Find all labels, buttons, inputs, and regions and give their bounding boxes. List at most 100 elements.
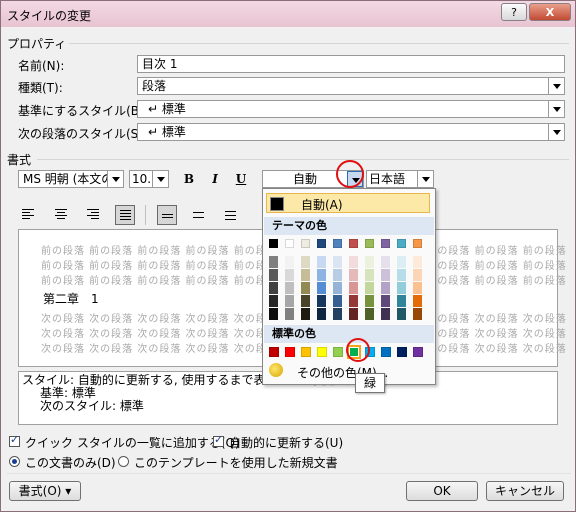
align-center-icon[interactable] bbox=[51, 205, 71, 225]
theme-shade-swatch[interactable] bbox=[285, 308, 294, 320]
theme-shade-swatch[interactable] bbox=[413, 308, 422, 320]
theme-color-swatch[interactable] bbox=[365, 239, 374, 248]
theme-shade-swatch[interactable] bbox=[333, 269, 342, 281]
theme-shade-swatch[interactable] bbox=[397, 282, 406, 294]
theme-shade-swatch[interactable] bbox=[285, 295, 294, 307]
standard-color-swatch[interactable] bbox=[413, 347, 423, 357]
next-style-select[interactable]: ↵ 標準 bbox=[137, 123, 565, 141]
cancel-button[interactable]: キャンセル bbox=[486, 481, 564, 501]
auto-update-checkbox[interactable] bbox=[213, 433, 224, 447]
theme-shade-swatch[interactable] bbox=[269, 282, 278, 294]
theme-shade-swatch[interactable] bbox=[413, 256, 422, 268]
font-size-select[interactable]: 10.5 bbox=[129, 170, 169, 188]
single-spacing-icon[interactable] bbox=[157, 205, 177, 225]
double-spacing-icon[interactable] bbox=[221, 205, 241, 225]
one-half-spacing-icon[interactable] bbox=[189, 205, 209, 225]
theme-color-swatch[interactable] bbox=[269, 239, 278, 248]
add-quick-style-checkbox[interactable] bbox=[9, 433, 20, 447]
theme-color-swatch[interactable] bbox=[317, 239, 326, 248]
template-radio[interactable] bbox=[118, 456, 129, 467]
theme-shade-swatch[interactable] bbox=[413, 295, 422, 307]
theme-shade-swatch[interactable] bbox=[301, 269, 310, 281]
align-left-icon[interactable] bbox=[18, 205, 38, 225]
theme-shade-swatch[interactable] bbox=[285, 256, 294, 268]
theme-shade-swatch[interactable] bbox=[317, 282, 326, 294]
standard-color-swatch[interactable] bbox=[317, 347, 327, 357]
theme-shade-swatch[interactable] bbox=[397, 295, 406, 307]
theme-shade-swatch[interactable] bbox=[301, 256, 310, 268]
theme-shade-swatch[interactable] bbox=[285, 282, 294, 294]
theme-shade-swatch[interactable] bbox=[397, 308, 406, 320]
theme-color-swatch[interactable] bbox=[381, 239, 390, 248]
theme-shade-swatch[interactable] bbox=[365, 282, 374, 294]
theme-shade-swatch[interactable] bbox=[285, 269, 294, 281]
chevron-down-icon[interactable] bbox=[152, 171, 168, 187]
auto-update-label[interactable]: 自動的に更新する(U) bbox=[229, 434, 343, 451]
theme-shade-swatch[interactable] bbox=[333, 282, 342, 294]
italic-button[interactable]: I bbox=[205, 169, 225, 189]
standard-color-swatch[interactable] bbox=[333, 347, 343, 357]
theme-shade-swatch[interactable] bbox=[349, 256, 358, 268]
underline-button[interactable]: U bbox=[231, 169, 251, 189]
theme-shade-swatch[interactable] bbox=[381, 256, 390, 268]
format-menu-button[interactable]: 書式(O) ▾ bbox=[9, 481, 81, 501]
theme-shade-swatch[interactable] bbox=[333, 256, 342, 268]
theme-shade-swatch[interactable] bbox=[349, 295, 358, 307]
theme-shade-swatch[interactable] bbox=[301, 282, 310, 294]
theme-color-swatch[interactable] bbox=[333, 239, 342, 248]
theme-shade-swatch[interactable] bbox=[365, 308, 374, 320]
theme-shade-swatch[interactable] bbox=[349, 282, 358, 294]
language-select[interactable]: 日本語 bbox=[366, 170, 434, 188]
help-button[interactable]: ? bbox=[501, 3, 527, 21]
theme-shade-swatch[interactable] bbox=[365, 256, 374, 268]
chevron-down-icon[interactable] bbox=[417, 171, 433, 187]
chevron-down-icon[interactable] bbox=[548, 78, 564, 94]
theme-shade-swatch[interactable] bbox=[365, 295, 374, 307]
add-quick-style-label[interactable]: クイック スタイルの一覧に追加する(Q) bbox=[25, 434, 240, 451]
bold-button[interactable]: B bbox=[179, 169, 199, 189]
theme-shade-swatch[interactable] bbox=[333, 308, 342, 320]
theme-shade-swatch[interactable] bbox=[317, 256, 326, 268]
this-document-label[interactable]: この文書のみ(D) bbox=[25, 454, 116, 471]
chevron-down-icon[interactable] bbox=[107, 171, 123, 187]
theme-shade-swatch[interactable] bbox=[397, 256, 406, 268]
theme-shade-swatch[interactable] bbox=[301, 295, 310, 307]
theme-shade-swatch[interactable] bbox=[269, 308, 278, 320]
theme-shade-swatch[interactable] bbox=[365, 269, 374, 281]
ok-button[interactable]: OK bbox=[406, 481, 478, 501]
theme-shade-swatch[interactable] bbox=[269, 269, 278, 281]
theme-color-swatch[interactable] bbox=[349, 239, 358, 248]
theme-shade-swatch[interactable] bbox=[381, 295, 390, 307]
theme-color-swatch[interactable] bbox=[285, 239, 294, 248]
template-label[interactable]: このテンプレートを使用した新規文書 bbox=[134, 454, 338, 471]
theme-color-swatch[interactable] bbox=[301, 239, 310, 248]
chevron-down-icon[interactable] bbox=[548, 124, 564, 140]
this-document-radio[interactable] bbox=[9, 456, 20, 467]
type-select[interactable]: 段落 bbox=[137, 77, 565, 95]
theme-shade-swatch[interactable] bbox=[413, 269, 422, 281]
theme-shade-swatch[interactable] bbox=[349, 269, 358, 281]
standard-color-swatch[interactable] bbox=[301, 347, 311, 357]
base-style-select[interactable]: ↵ 標準 bbox=[137, 100, 565, 118]
close-button[interactable]: X bbox=[529, 3, 571, 21]
standard-color-swatch[interactable] bbox=[285, 347, 295, 357]
theme-shade-swatch[interactable] bbox=[349, 308, 358, 320]
theme-shade-swatch[interactable] bbox=[317, 308, 326, 320]
standard-color-swatch[interactable] bbox=[397, 347, 407, 357]
theme-shade-swatch[interactable] bbox=[381, 308, 390, 320]
theme-shade-swatch[interactable] bbox=[381, 282, 390, 294]
name-input[interactable]: 目次 1 bbox=[137, 55, 565, 73]
standard-color-swatch[interactable] bbox=[269, 347, 279, 357]
theme-shade-swatch[interactable] bbox=[317, 269, 326, 281]
theme-shade-swatch[interactable] bbox=[333, 295, 342, 307]
theme-shade-swatch[interactable] bbox=[413, 282, 422, 294]
theme-shade-swatch[interactable] bbox=[301, 308, 310, 320]
font-select[interactable]: MS 明朝 (本文の bbox=[18, 170, 124, 188]
theme-shade-swatch[interactable] bbox=[317, 295, 326, 307]
theme-color-swatch[interactable] bbox=[413, 239, 422, 248]
auto-color-option[interactable]: 自動(A) bbox=[266, 193, 430, 213]
theme-shade-swatch[interactable] bbox=[269, 256, 278, 268]
theme-shade-swatch[interactable] bbox=[397, 269, 406, 281]
align-right-icon[interactable] bbox=[83, 205, 103, 225]
theme-shade-swatch[interactable] bbox=[381, 269, 390, 281]
